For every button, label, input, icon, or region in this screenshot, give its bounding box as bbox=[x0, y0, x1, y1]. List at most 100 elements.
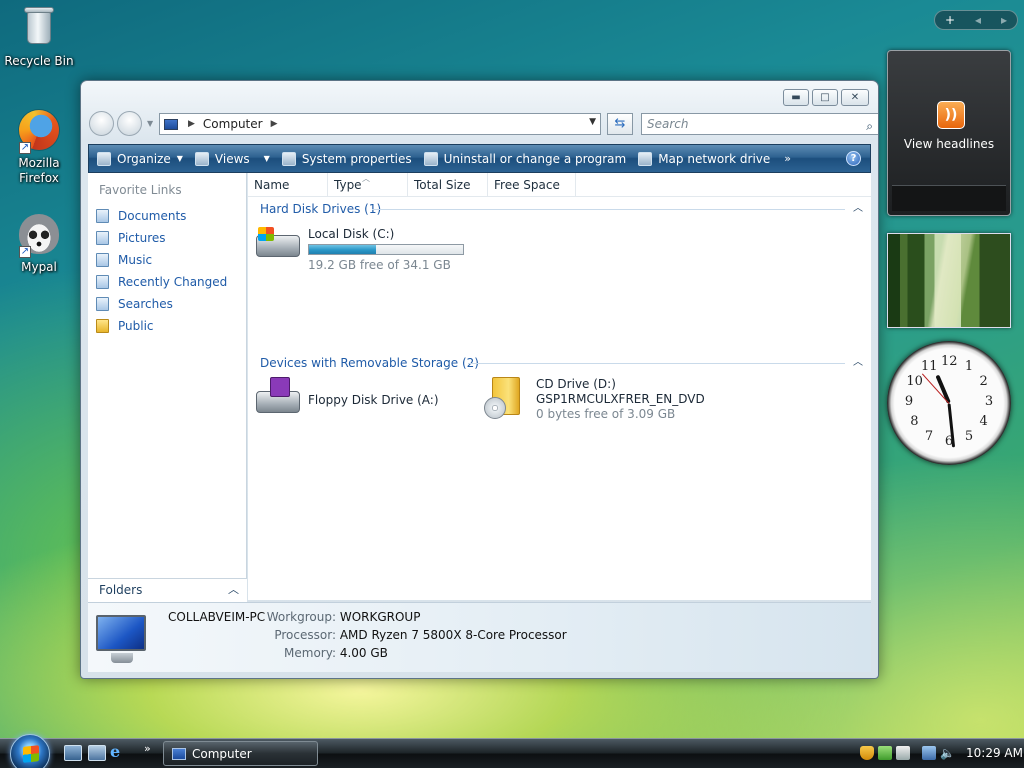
details-pane: COLLABVEIM-PC Workgroup: WORKGROUP Proce… bbox=[88, 602, 871, 672]
maximize-button[interactable]: □ bbox=[812, 89, 838, 106]
folders-toggle[interactable]: Folders ︿ bbox=[88, 578, 247, 602]
volume-muted-icon[interactable]: 🔈 bbox=[940, 746, 956, 760]
organize-icon bbox=[97, 151, 111, 166]
chevron-down-icon: ▼ bbox=[176, 154, 183, 163]
favorite-label: Documents bbox=[118, 209, 187, 223]
internet-explorer-icon[interactable]: e bbox=[110, 744, 128, 761]
rss-feed-icon: )) bbox=[937, 101, 965, 129]
organize-button[interactable]: Organize ▼ bbox=[97, 151, 183, 166]
help-icon[interactable]: ? bbox=[846, 151, 861, 166]
clock-numeral: 2 bbox=[979, 374, 988, 389]
address-dropdown-icon[interactable]: ▼ bbox=[589, 117, 596, 127]
column-free-space[interactable]: Free Space bbox=[488, 173, 576, 197]
add-gadget-icon[interactable]: + bbox=[945, 13, 955, 27]
group-title: Hard Disk Drives (1) bbox=[260, 202, 382, 216]
computer-icon bbox=[164, 118, 178, 130]
chevron-down-icon: ▼ bbox=[263, 154, 270, 163]
views-label: Views bbox=[214, 151, 250, 166]
switch-windows-icon[interactable] bbox=[88, 745, 106, 761]
recent-pages-dropdown[interactable]: ▼ bbox=[147, 119, 153, 128]
update-icon[interactable] bbox=[878, 746, 892, 760]
drive-c[interactable]: Local Disk (C:) 19.2 GB free of 34.1 GB bbox=[256, 227, 464, 273]
next-gadget-icon[interactable]: ▸ bbox=[1001, 13, 1007, 27]
drive-c-usage-bar bbox=[308, 244, 464, 255]
minimize-button[interactable]: ▬ bbox=[783, 89, 809, 106]
quick-launch-overflow[interactable]: » bbox=[144, 742, 151, 755]
clock-numeral: 9 bbox=[904, 394, 914, 409]
views-button[interactable]: Views ▼ bbox=[194, 151, 270, 166]
firefox-icon: ↗ bbox=[17, 110, 61, 154]
slideshow-gadget[interactable] bbox=[887, 233, 1011, 328]
memory-label: Memory: bbox=[284, 646, 336, 660]
drive-d[interactable]: CD Drive (D:) GSP1RMCULXFRER_EN_DVD 0 by… bbox=[484, 377, 705, 422]
favorite-label: Public bbox=[118, 319, 154, 333]
group-hard-disk-drives[interactable]: Hard Disk Drives (1) ︿ bbox=[260, 198, 871, 220]
uninstall-program-button[interactable]: Uninstall or change a program bbox=[423, 151, 626, 166]
favorite-label: Searches bbox=[118, 297, 173, 311]
favorite-label: Pictures bbox=[118, 231, 166, 245]
column-name[interactable]: Name bbox=[248, 173, 328, 197]
drive-c-name: Local Disk (C:) bbox=[308, 227, 395, 241]
favorite-searches[interactable]: Searches bbox=[88, 293, 246, 315]
column-total-size[interactable]: Total Size bbox=[408, 173, 488, 197]
favorite-music[interactable]: Music bbox=[88, 249, 246, 271]
clock-numeral: 11 bbox=[921, 359, 938, 375]
taskbar-button-computer[interactable]: Computer bbox=[163, 741, 318, 766]
system-properties-label: System properties bbox=[301, 151, 412, 166]
show-desktop-icon[interactable] bbox=[64, 745, 82, 761]
navigation-bar: ▼ ▶ Computer ▶ ▼ ⇆ Search ⌕ bbox=[89, 111, 878, 137]
network-drive-icon bbox=[638, 151, 653, 166]
previous-gadget-icon[interactable]: ◂ bbox=[975, 13, 981, 27]
pictures-icon bbox=[96, 231, 109, 245]
back-button[interactable] bbox=[89, 111, 114, 136]
drive-a-name: Floppy Disk Drive (A:) bbox=[308, 393, 439, 407]
security-center-icon[interactable] bbox=[896, 746, 910, 760]
feed-headlines-gadget[interactable]: )) View headlines bbox=[887, 50, 1011, 216]
security-shield-icon[interactable] bbox=[860, 746, 874, 760]
clock-numeral: 8 bbox=[910, 414, 919, 429]
search-input[interactable]: Search ⌕ bbox=[641, 113, 878, 136]
collapse-icon[interactable]: ︿ bbox=[853, 198, 863, 220]
firefox-shortcut[interactable]: ↗ Mozilla Firefox bbox=[1, 108, 77, 186]
search-icon[interactable]: ⌕ bbox=[866, 116, 873, 136]
forward-button[interactable] bbox=[117, 111, 142, 136]
favorite-pictures[interactable]: Pictures bbox=[88, 227, 246, 249]
breadcrumb-chevron-icon[interactable]: ▶ bbox=[271, 119, 278, 129]
system-clock[interactable]: 10:29 AM bbox=[966, 746, 1023, 760]
memory-row: Memory: 4.00 GB bbox=[242, 644, 388, 662]
column-type[interactable]: Type ︿ bbox=[328, 173, 408, 197]
start-button[interactable] bbox=[10, 734, 50, 768]
mypal-shortcut[interactable]: ↗ Mypal bbox=[1, 212, 77, 275]
group-removable-storage[interactable]: Devices with Removable Storage (2) ︿ bbox=[260, 352, 871, 374]
address-bar[interactable]: ▶ Computer ▶ ▼ bbox=[159, 113, 601, 135]
network-icon[interactable] bbox=[922, 746, 936, 760]
breadcrumb-computer[interactable]: Computer bbox=[203, 117, 263, 131]
favorite-documents[interactable]: Documents bbox=[88, 205, 246, 227]
recycle-bin-shortcut[interactable]: Recycle Bin bbox=[1, 4, 77, 69]
map-network-drive-button[interactable]: Map network drive bbox=[638, 151, 770, 166]
recently-changed-icon bbox=[96, 275, 109, 289]
windows-logo-icon bbox=[23, 745, 39, 763]
view-headlines-link[interactable]: View headlines bbox=[888, 137, 1010, 151]
uninstall-icon bbox=[423, 151, 438, 166]
group-title: Devices with Removable Storage (2) bbox=[260, 356, 479, 370]
collapse-icon[interactable]: ︿ bbox=[853, 352, 863, 374]
favorite-recently-changed[interactable]: Recently Changed bbox=[88, 271, 246, 293]
processor-row: Processor: AMD Ryzen 7 5800X 8-Core Proc… bbox=[242, 626, 566, 644]
mypal-icon: ↗ bbox=[17, 214, 61, 258]
clock-numeral: 4 bbox=[979, 414, 988, 429]
toolbar-overflow-button[interactable]: » bbox=[784, 152, 791, 165]
drive-a[interactable]: Floppy Disk Drive (A:) bbox=[256, 377, 439, 417]
sort-indicator-icon: ︿ bbox=[362, 174, 370, 183]
close-button[interactable]: ✕ bbox=[841, 89, 869, 106]
clock-gadget[interactable]: 12 1 2 3 4 5 6 7 8 9 10 11 bbox=[887, 341, 1011, 465]
searches-icon bbox=[96, 297, 109, 311]
refresh-button[interactable]: ⇆ bbox=[607, 113, 633, 135]
computer-icon bbox=[172, 747, 186, 760]
clock-numeral: 3 bbox=[984, 394, 994, 409]
favorite-public[interactable]: Public bbox=[88, 315, 246, 337]
system-properties-button[interactable]: System properties bbox=[281, 151, 412, 166]
breadcrumb-separator-icon[interactable]: ▶ bbox=[188, 119, 195, 129]
clock-numeral: 1 bbox=[964, 359, 974, 375]
explorer-window[interactable]: ▬ □ ✕ ▼ ▶ Computer ▶ ▼ ⇆ Search ⌕ Organi… bbox=[80, 80, 879, 679]
